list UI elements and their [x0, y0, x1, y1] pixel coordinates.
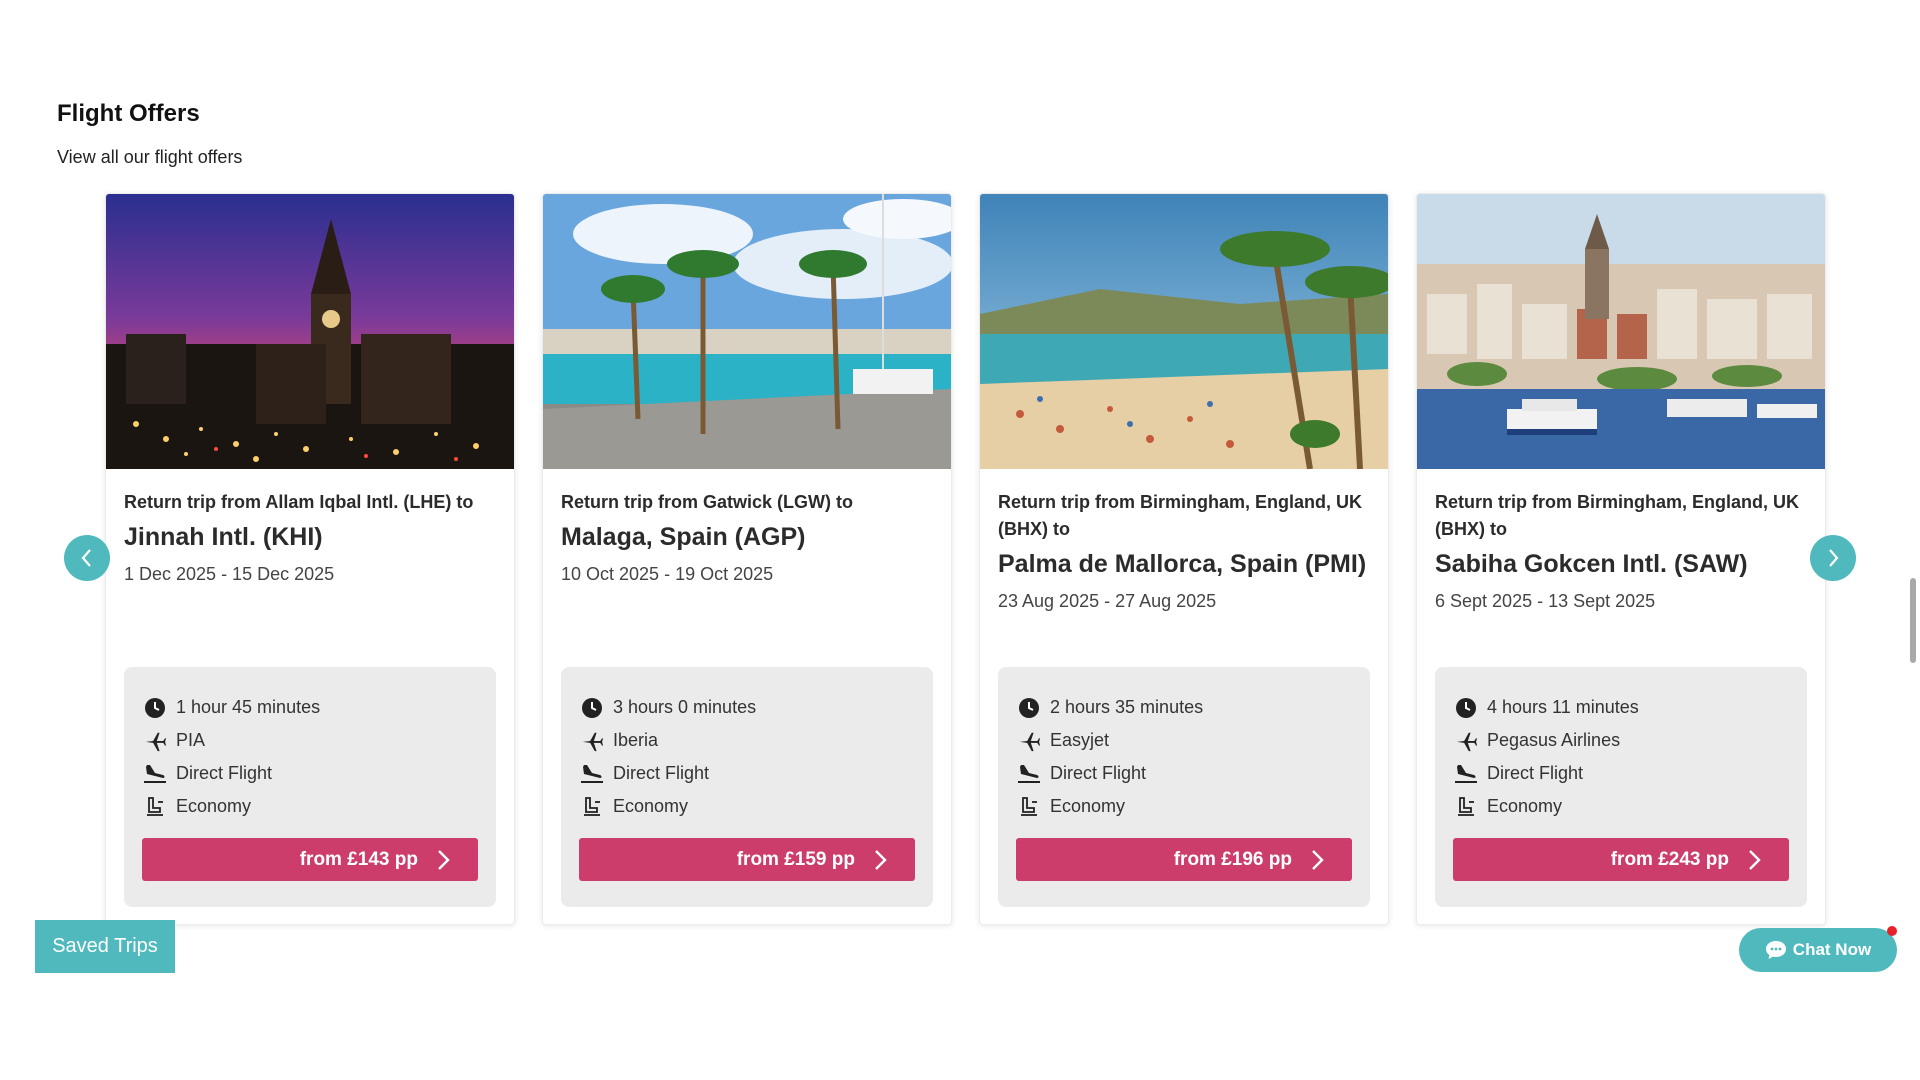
saved-trips-button[interactable]: Saved Trips	[35, 920, 175, 973]
plane-icon	[579, 730, 605, 752]
airline-row: Easyjet	[1016, 724, 1352, 757]
clock-icon	[1453, 697, 1479, 719]
duration-text: 4 hours 11 minutes	[1487, 697, 1639, 717]
trip-dates: 23 Aug 2025 - 27 Aug 2025	[998, 591, 1217, 611]
cabin-row: Economy	[1453, 790, 1789, 823]
flight-type-row: Direct Flight	[142, 757, 478, 790]
trip-destination: Malaga, Spain (AGP)	[561, 523, 806, 551]
airline-text: Pegasus Airlines	[1487, 730, 1621, 750]
flight-details-box: 4 hours 11 minutes Pegasus Airlines Dire…	[1435, 667, 1807, 907]
airline-text: Iberia	[613, 730, 659, 750]
flight-type-row: Direct Flight	[1453, 757, 1789, 790]
cabin-row: Economy	[579, 790, 915, 823]
trip-dates: 6 Sept 2025 - 13 Sept 2025	[1435, 591, 1656, 611]
view-all-offers-link[interactable]: View all our flight offers	[57, 147, 242, 168]
plane-icon	[1453, 730, 1479, 752]
destination-image	[106, 194, 514, 469]
destination-image	[543, 194, 951, 469]
cabin-text: Economy	[1487, 796, 1563, 816]
flight-type-text: Direct Flight	[613, 763, 710, 783]
price-button[interactable]: from £243 pp	[1453, 838, 1789, 881]
trip-dates: 10 Oct 2025 - 19 Oct 2025	[561, 564, 774, 584]
offers-carousel: Return trip from Allam Iqbal Intl. (LHE)…	[105, 193, 1826, 925]
price-label: from £143 pp	[299, 848, 418, 870]
trip-destination: Jinnah Intl. (KHI)	[124, 523, 323, 551]
carousel-next-button[interactable]	[1810, 535, 1856, 581]
trip-origin-text: Return trip from Birmingham, England, UK…	[998, 492, 1363, 539]
flight-details-box: 2 hours 35 minutes Easyjet Direct Flight…	[998, 667, 1370, 907]
flight-type-text: Direct Flight	[1050, 763, 1147, 783]
trip-destination: Palma de Mallorca, Spain (PMI)	[998, 550, 1367, 578]
trip-destination: Sabiha Gokcen Intl. (SAW)	[1435, 550, 1748, 578]
flight-type-row: Direct Flight	[579, 757, 915, 790]
section-title: Flight Offers	[57, 100, 200, 127]
chevron-right-icon	[1826, 548, 1840, 568]
price-label: from £196 pp	[1173, 848, 1292, 870]
cabin-row: Economy	[142, 790, 478, 823]
cabin-text: Economy	[1050, 796, 1126, 816]
airline-row: Iberia	[579, 724, 915, 757]
landing-icon	[1016, 763, 1042, 785]
plane-icon	[142, 730, 168, 752]
airline-row: Pegasus Airlines	[1453, 724, 1789, 757]
cabin-text: Economy	[176, 796, 252, 816]
page-scrollbar[interactable]	[1910, 578, 1916, 663]
clock-icon	[142, 697, 168, 719]
landing-icon	[1453, 763, 1479, 785]
trip-origin-text: Return trip from Allam Iqbal Intl. (LHE)…	[124, 492, 474, 512]
offer-card[interactable]: Return trip from Birmingham, England, UK…	[1416, 193, 1826, 925]
cabin-row: Economy	[1016, 790, 1352, 823]
flight-type-text: Direct Flight	[176, 763, 273, 783]
flight-details-box: 3 hours 0 minutes Iberia Direct Flight E…	[561, 667, 933, 907]
landing-icon	[579, 763, 605, 785]
seat-icon	[1016, 796, 1042, 818]
offer-card[interactable]: Return trip from Allam Iqbal Intl. (LHE)…	[105, 193, 515, 925]
price-label: from £243 pp	[1610, 848, 1729, 870]
chat-bubble-icon	[1765, 940, 1787, 960]
chat-now-label: Chat Now	[1792, 940, 1872, 959]
trip-origin-text: Return trip from Birmingham, England, UK…	[1435, 492, 1800, 539]
carousel-prev-button[interactable]	[64, 535, 110, 581]
price-button[interactable]: from £143 pp	[142, 838, 478, 881]
duration-row: 1 hour 45 minutes	[142, 691, 478, 724]
seat-icon	[579, 796, 605, 818]
chat-now-button[interactable]: Chat Now	[1739, 928, 1897, 972]
clock-icon	[579, 697, 605, 719]
duration-text: 3 hours 0 minutes	[613, 697, 757, 717]
cabin-text: Economy	[613, 796, 689, 816]
flight-details-box: 1 hour 45 minutes PIA Direct Flight Econ…	[124, 667, 496, 907]
duration-text: 2 hours 35 minutes	[1050, 697, 1204, 717]
chevron-left-icon	[80, 548, 94, 568]
seat-icon	[142, 796, 168, 818]
duration-row: 4 hours 11 minutes	[1453, 691, 1789, 724]
plane-icon	[1016, 730, 1042, 752]
chevron-right-icon	[873, 849, 887, 871]
airline-text: Easyjet	[1050, 730, 1110, 750]
duration-row: 2 hours 35 minutes	[1016, 691, 1352, 724]
clock-icon	[1016, 697, 1042, 719]
price-button[interactable]: from £159 pp	[579, 838, 915, 881]
destination-image	[1417, 194, 1825, 469]
duration-text: 1 hour 45 minutes	[176, 697, 321, 717]
price-button[interactable]: from £196 pp	[1016, 838, 1352, 881]
offer-card[interactable]: Return trip from Birmingham, England, UK…	[979, 193, 1389, 925]
duration-row: 3 hours 0 minutes	[579, 691, 915, 724]
destination-image	[980, 194, 1388, 469]
flight-type-text: Direct Flight	[1487, 763, 1584, 783]
airline-row: PIA	[142, 724, 478, 757]
chevron-right-icon	[1310, 849, 1324, 871]
airline-text: PIA	[176, 730, 206, 750]
chevron-right-icon	[1747, 849, 1761, 871]
price-label: from £159 pp	[736, 848, 855, 870]
flight-type-row: Direct Flight	[1016, 757, 1352, 790]
chevron-right-icon	[436, 849, 450, 871]
seat-icon	[1453, 796, 1479, 818]
landing-icon	[142, 763, 168, 785]
notification-dot	[1887, 926, 1897, 936]
trip-origin-text: Return trip from Gatwick (LGW) to	[561, 492, 853, 512]
offer-card[interactable]: Return trip from Gatwick (LGW) to Malaga…	[542, 193, 952, 925]
trip-dates: 1 Dec 2025 - 15 Dec 2025	[124, 564, 335, 584]
